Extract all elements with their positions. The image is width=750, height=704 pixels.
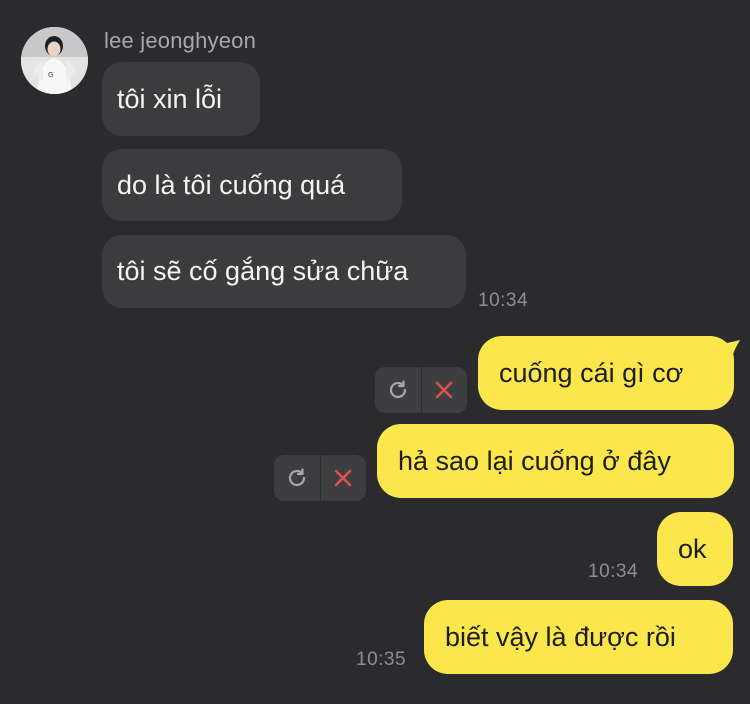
outgoing-message[interactable]: biết vậy là được rồi: [424, 600, 733, 674]
failed-message-actions: [375, 367, 467, 413]
message-text: ok: [678, 533, 707, 564]
retry-icon: [389, 380, 406, 399]
retry-icon: [288, 468, 305, 487]
message-text: tôi xin lỗi: [117, 83, 223, 114]
message-timestamp: 10:34: [588, 561, 639, 582]
delete-button[interactable]: [420, 367, 468, 413]
message-timestamp: 10:34: [478, 290, 529, 311]
message-text: hả sao lại cuống ở đây: [398, 445, 671, 476]
message-timestamp: 10:35: [356, 649, 407, 670]
outgoing-message[interactable]: hả sao lại cuống ở đây: [377, 424, 734, 498]
message-text: biết vậy là được rồi: [445, 621, 676, 652]
incoming-message[interactable]: tôi sẽ cố gắng sửa chữa: [102, 235, 466, 308]
incoming-message[interactable]: tôi xin lỗi: [102, 62, 260, 136]
contact-avatar[interactable]: G: [21, 27, 88, 94]
retry-button[interactable]: [274, 455, 320, 501]
bubble-tail-icon: [722, 340, 740, 362]
avatar-photo-icon: G: [21, 27, 88, 94]
failed-message-actions: [274, 455, 366, 501]
message-text: do là tôi cuống quá: [117, 169, 346, 200]
svg-text:G: G: [48, 71, 53, 79]
outgoing-message[interactable]: cuống cái gì cơ: [478, 336, 734, 410]
retry-button[interactable]: [375, 367, 421, 413]
contact-name: lee jeonghyeon: [104, 28, 257, 53]
close-icon: [436, 381, 453, 399]
delete-button[interactable]: [319, 455, 367, 501]
incoming-message[interactable]: do là tôi cuống quá: [102, 149, 402, 221]
message-text: tôi sẽ cố gắng sửa chữa: [117, 256, 409, 286]
chat-screen: G lee jeonghyeon tôi xin lỗi do là tôi c…: [0, 0, 750, 704]
message-text: cuống cái gì cơ: [499, 357, 684, 388]
outgoing-message[interactable]: ok: [657, 512, 733, 586]
close-icon: [335, 469, 352, 487]
